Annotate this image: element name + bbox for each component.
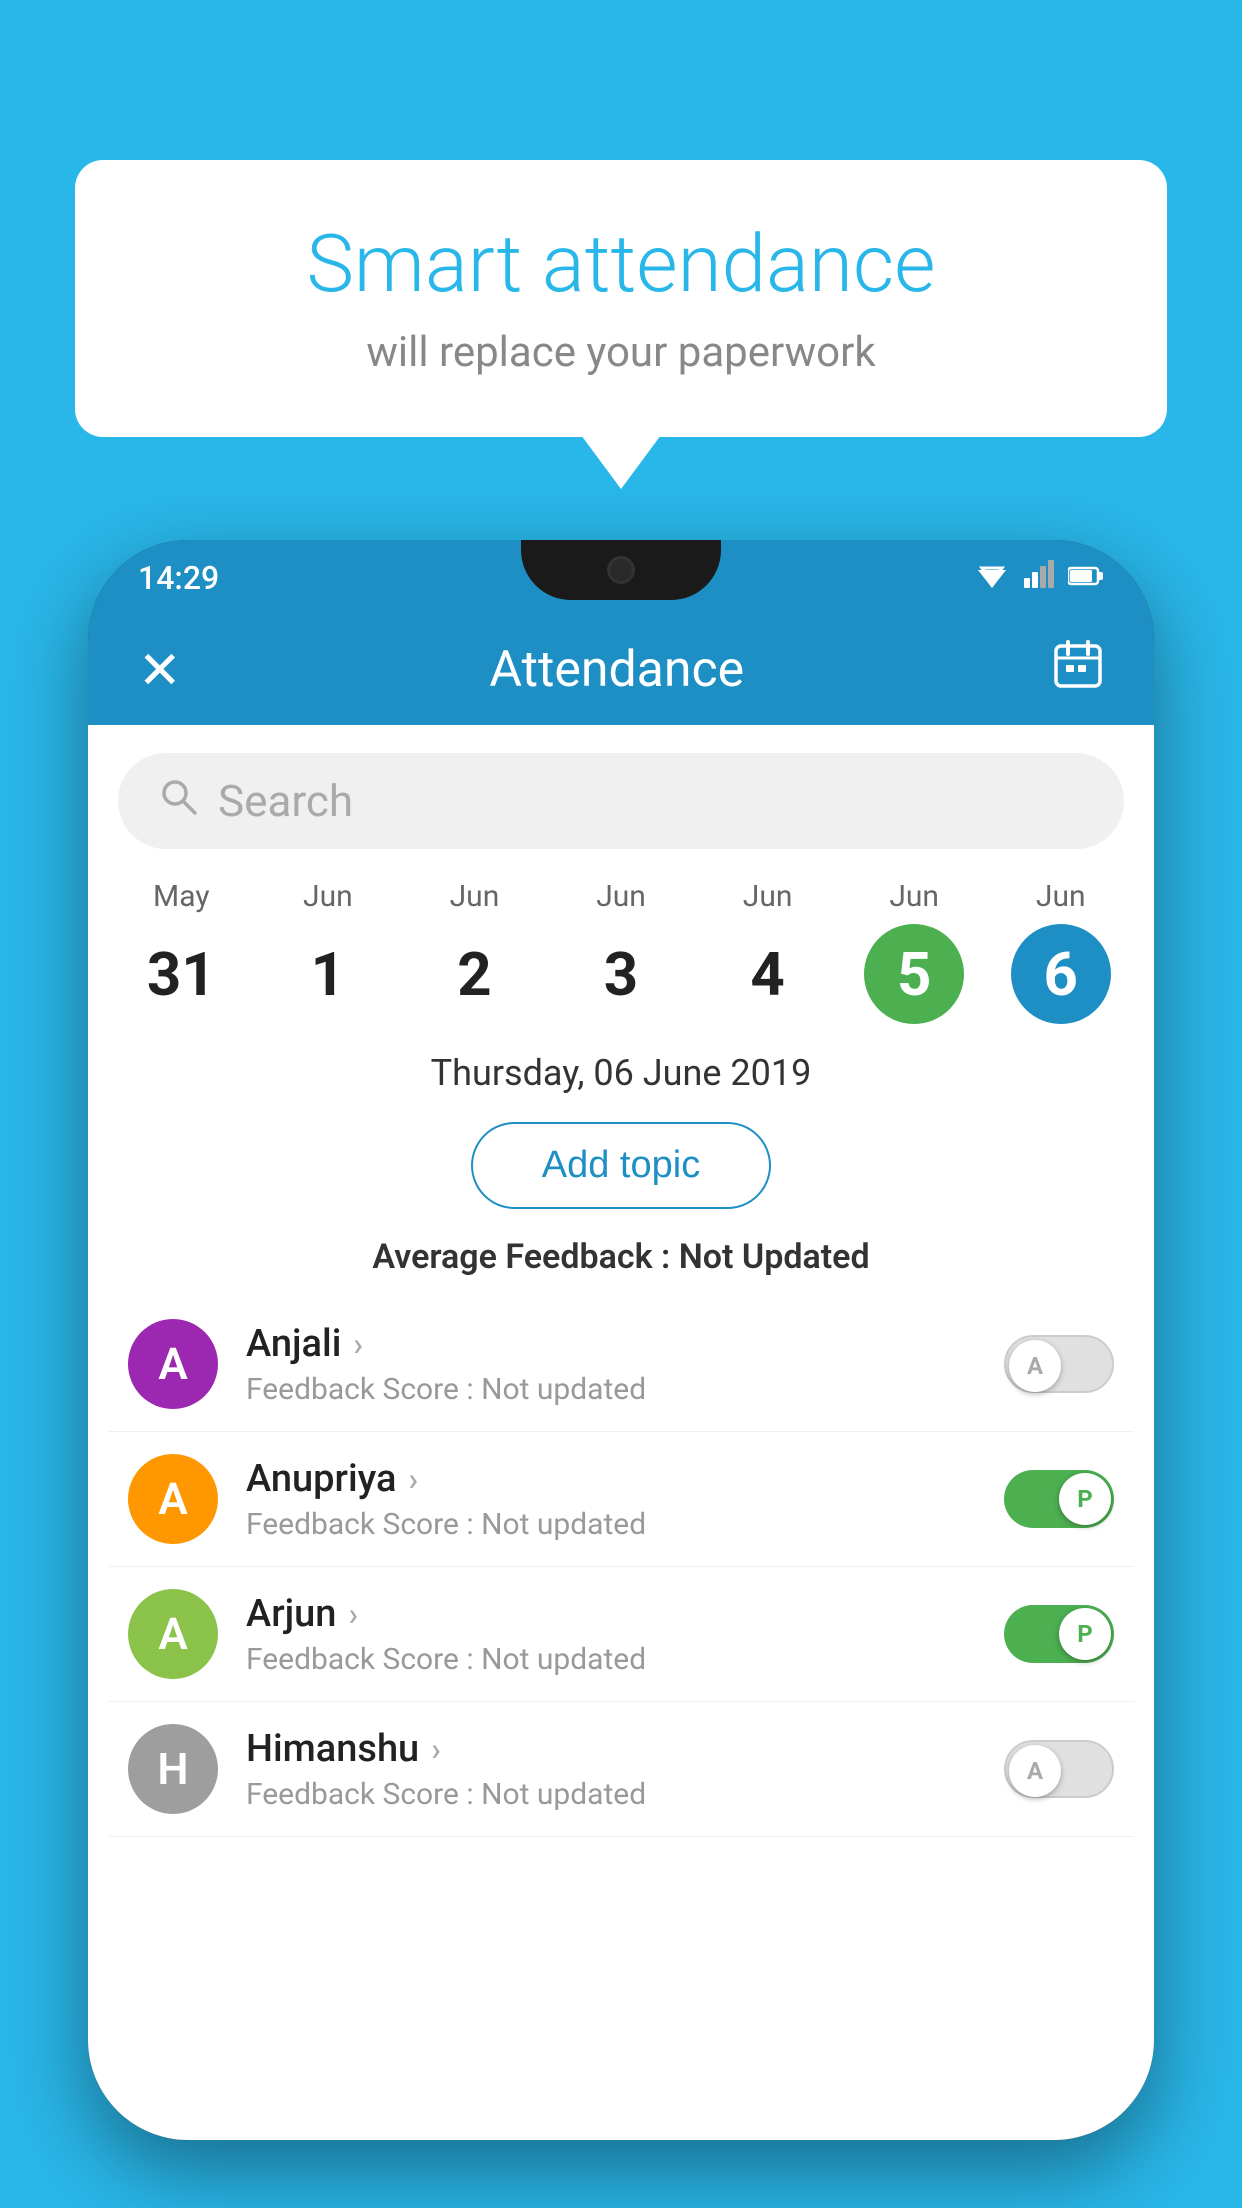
date-number[interactable]: 4 [718,924,818,1024]
date-month: Jun [1036,879,1086,914]
student-avatar-2: A [128,1589,218,1679]
student-item-0[interactable]: AAnjali ›Feedback Score : Not updatedA [108,1297,1134,1432]
date-carousel: May 31 Jun 1 Jun 2 Jun 3 Jun 4 Jun 5 Jun 6 [88,869,1154,1034]
student-feedback-2: Feedback Score : Not updated [246,1642,1004,1677]
student-info-0: Anjali › Feedback Score : Not updated [246,1322,1004,1407]
student-name-1: Anupriya › [246,1457,1004,1501]
average-feedback: Average Feedback : Not Updated [88,1237,1154,1277]
student-avatar-1: A [128,1454,218,1544]
date-item-6[interactable]: Jun 6 [987,879,1134,1024]
attendance-toggle-2[interactable]: P [1004,1605,1114,1663]
speech-bubble: Smart attendance will replace your paper… [75,160,1167,437]
date-item-3[interactable]: Jun 3 [548,879,695,1024]
student-feedback-0: Feedback Score : Not updated [246,1372,1004,1407]
add-topic-wrap: Add topic [88,1108,1154,1223]
phone-notch [521,540,721,600]
date-month: Jun [743,879,793,914]
avg-feedback-value: Not Updated [679,1237,870,1277]
student-name-2: Arjun › [246,1592,1004,1636]
student-feedback-3: Feedback Score : Not updated [246,1777,1004,1812]
speech-bubble-container: Smart attendance will replace your paper… [75,160,1167,437]
close-button[interactable]: ✕ [138,640,182,701]
search-input[interactable]: Search [218,775,353,827]
student-list: AAnjali ›Feedback Score : Not updatedAAA… [88,1297,1154,1837]
student-info-2: Arjun › Feedback Score : Not updated [246,1592,1004,1677]
date-month: Jun [450,879,500,914]
status-time: 14:29 [138,559,219,597]
chevron-right-icon: › [353,1325,363,1363]
date-number[interactable]: 3 [571,924,671,1024]
date-number[interactable]: 5 [864,924,964,1024]
bubble-subtitle: will replace your paperwork [155,328,1087,377]
date-item-4[interactable]: Jun 4 [694,879,841,1024]
student-info-1: Anupriya › Feedback Score : Not updated [246,1457,1004,1542]
date-item-1[interactable]: Jun 1 [255,879,402,1024]
student-item-3[interactable]: H Himanshu › Feedback Score : Not updatedA [108,1702,1134,1837]
wifi-icon [974,560,1010,595]
search-icon [158,776,198,826]
status-icons [974,560,1104,595]
phone-container: 14:29 [88,540,1154,2140]
bubble-title: Smart attendance [155,220,1087,308]
add-topic-button[interactable]: Add topic [471,1122,771,1209]
date-item-2[interactable]: Jun 2 [401,879,548,1024]
student-item-1[interactable]: A Anupriya › Feedback Score : Not updated P [108,1432,1134,1567]
selected-date-text: Thursday, 06 June 2019 [431,1052,812,1094]
student-name-0: Anjali › [246,1322,1004,1366]
chevron-right-icon: › [408,1460,418,1498]
search-bar[interactable]: Search [118,753,1124,849]
student-avatar-0: A [128,1319,218,1409]
attendance-toggle-1[interactable]: P [1004,1470,1114,1528]
chevron-right-icon: › [431,1730,441,1768]
date-item-5[interactable]: Jun 5 [841,879,988,1024]
battery-icon [1068,561,1104,594]
toggle-knob-1: P [1059,1473,1111,1525]
student-name-3: Himanshu › [246,1727,1004,1771]
date-month: May [153,879,209,914]
front-camera [607,556,635,584]
selected-date-info: Thursday, 06 June 2019 [88,1052,1154,1094]
date-number[interactable]: 2 [424,924,524,1024]
student-info-3: Himanshu › Feedback Score : Not updated [246,1727,1004,1812]
date-item-0[interactable]: May 31 [108,879,255,1024]
student-avatar-3: H [128,1724,218,1814]
date-month: Jun [303,879,353,914]
date-number[interactable]: 1 [278,924,378,1024]
attendance-toggle-0[interactable]: A [1004,1335,1114,1393]
signal-icon [1024,560,1054,595]
toggle-knob-3: A [1009,1745,1061,1797]
student-item-2[interactable]: A Arjun › Feedback Score : Not updated P [108,1567,1134,1702]
chevron-right-icon: › [348,1595,358,1633]
date-number[interactable]: 6 [1011,924,1111,1024]
phone-frame: 14:29 [88,540,1154,2140]
date-month: Jun [596,879,646,914]
app-header: ✕ Attendance [88,615,1154,725]
avg-feedback-label: Average Feedback : [372,1237,678,1277]
date-number[interactable]: 31 [131,924,231,1024]
student-feedback-1: Feedback Score : Not updated [246,1507,1004,1542]
app-content: Search May 31 Jun 1 Jun 2 Jun 3 Jun 4 Jun 5 Jun 6 Thu… [88,725,1154,2140]
date-month: Jun [889,879,939,914]
header-title: Attendance [182,641,1052,699]
toggle-knob-0: A [1009,1340,1061,1392]
toggle-knob-2: P [1059,1608,1111,1660]
calendar-icon[interactable] [1052,638,1104,702]
attendance-toggle-3[interactable]: A [1004,1740,1114,1798]
